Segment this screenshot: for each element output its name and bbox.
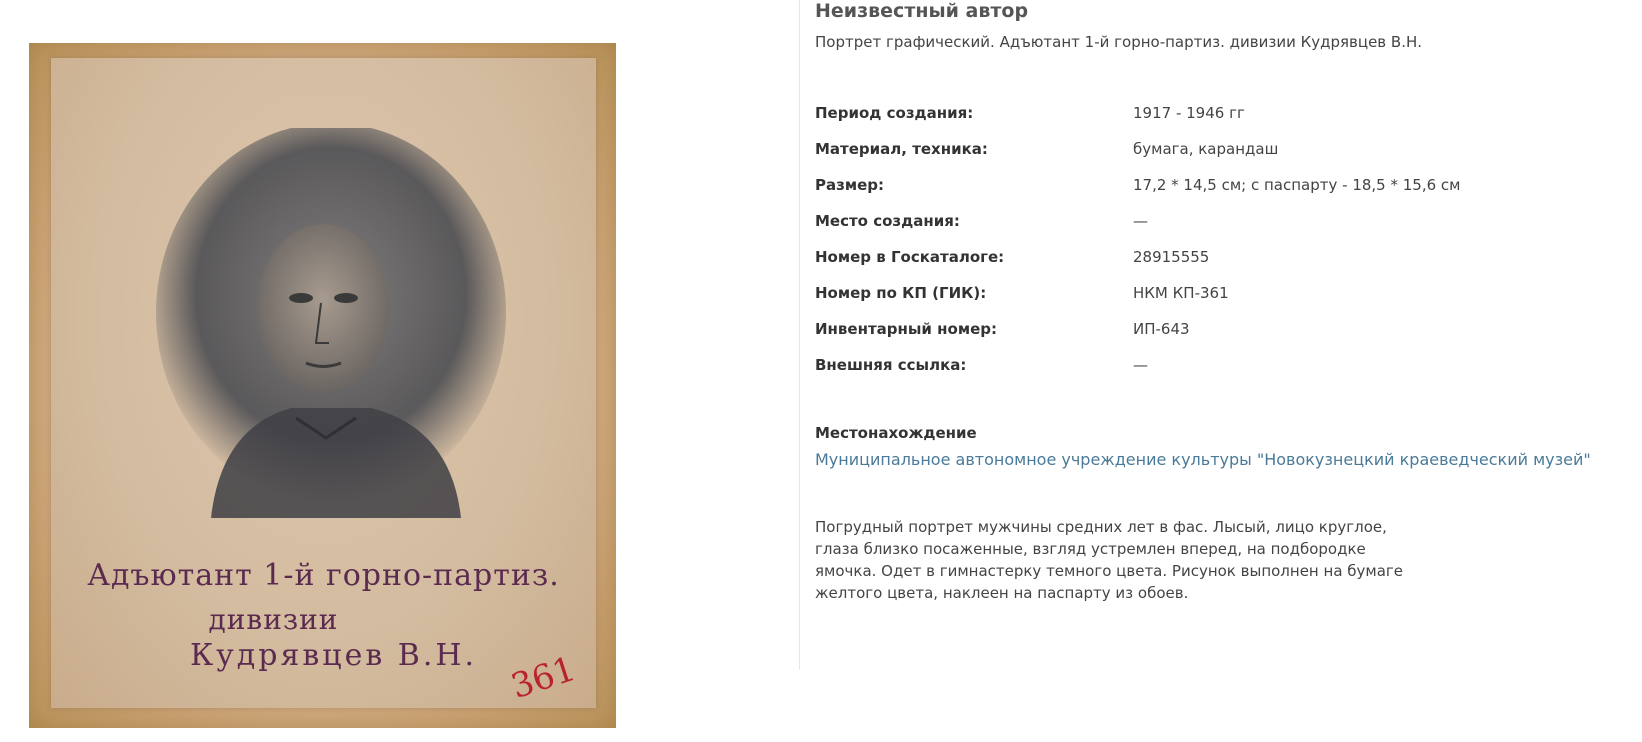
inscription-line-1: Адъютант 1-й горно-партиз.: [87, 558, 560, 593]
property-value: ИП-643: [1133, 320, 1190, 338]
author-name: Неизвестный автор: [815, 0, 1029, 22]
property-label: Номер по КП (ГИК):: [815, 284, 987, 302]
museum-link[interactable]: Муниципальное автономное учреждение куль…: [815, 450, 1591, 469]
panel-divider: [799, 0, 800, 670]
artwork-image[interactable]: Адъютант 1-й горно-партиз. дивизии Кудря…: [29, 43, 616, 728]
artwork-panel: Адъютант 1-й горно-партиз. дивизии Кудря…: [0, 0, 799, 742]
property-value: НКМ КП-361: [1133, 284, 1229, 302]
property-row: Материал, техника: бумага, карандаш: [815, 131, 1615, 167]
property-label: Место создания:: [815, 212, 960, 230]
property-row: Место создания: —: [815, 203, 1615, 239]
artwork-description: Погрудный портрет мужчины средних лет в …: [815, 518, 1404, 602]
property-value: —: [1133, 212, 1148, 230]
property-value: 17,2 * 14,5 см; с паспарту - 18,5 * 15,6…: [1133, 176, 1461, 194]
property-value: 28915555: [1133, 248, 1210, 266]
property-value: —: [1133, 356, 1148, 374]
inscription-line-2: дивизии: [208, 603, 339, 636]
property-row: Период создания: 1917 - 1946 гг: [815, 95, 1615, 131]
property-label: Период создания:: [815, 104, 974, 122]
property-row: Номер по КП (ГИК): НКМ КП-361: [815, 275, 1615, 311]
location-heading: Местонахождение: [815, 424, 977, 442]
portrait-drawing: [156, 128, 506, 518]
properties-list: Период создания: 1917 - 1946 гг Материал…: [815, 95, 1615, 383]
property-label: Материал, техника:: [815, 140, 988, 158]
property-label: Номер в Госкаталоге:: [815, 248, 1005, 266]
property-value: 1917 - 1946 гг: [1133, 104, 1245, 122]
property-row: Размер: 17,2 * 14,5 см; с паспарту - 18,…: [815, 167, 1615, 203]
artwork-paper: Адъютант 1-й горно-партиз. дивизии Кудря…: [51, 58, 596, 708]
artwork-title: Портрет графический. Адъютант 1-й горно-…: [815, 33, 1423, 51]
property-row: Инвентарный номер: ИП-643: [815, 311, 1615, 347]
property-label: Инвентарный номер:: [815, 320, 997, 338]
property-label: Внешняя ссылка:: [815, 356, 967, 374]
property-row: Номер в Госкаталоге: 28915555: [815, 239, 1615, 275]
property-value: бумага, карандаш: [1133, 140, 1279, 158]
property-row: Внешняя ссылка: —: [815, 347, 1615, 383]
property-label: Размер:: [815, 176, 885, 194]
